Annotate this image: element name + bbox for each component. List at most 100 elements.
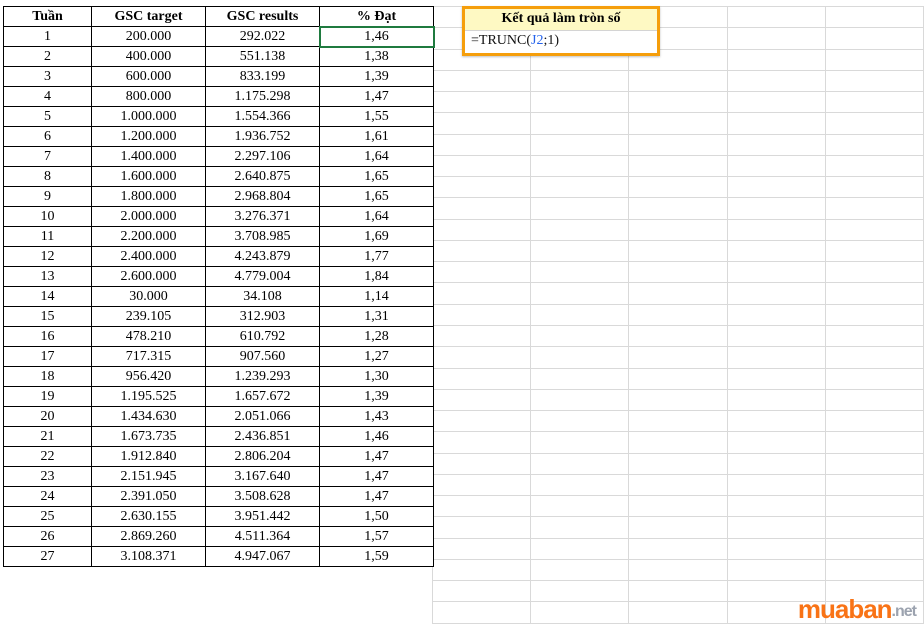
blank-cell[interactable] (531, 517, 629, 538)
blank-cell[interactable] (629, 347, 727, 368)
blank-cell[interactable] (727, 113, 825, 134)
cell-results[interactable]: 2.806.204 (206, 447, 320, 467)
blank-cell[interactable] (531, 432, 629, 453)
cell-results[interactable]: 3.508.628 (206, 487, 320, 507)
cell-results[interactable]: 1.657.672 (206, 387, 320, 407)
blank-cell[interactable] (825, 474, 923, 495)
blank-cell[interactable] (629, 602, 727, 624)
cell-tuan[interactable]: 20 (4, 407, 92, 427)
blank-cell[interactable] (531, 602, 629, 624)
cell-results[interactable]: 4.511.364 (206, 527, 320, 547)
cell-target[interactable]: 1.912.840 (92, 447, 206, 467)
blank-cell[interactable] (433, 581, 531, 602)
blank-cell[interactable] (727, 325, 825, 346)
blank-cell[interactable] (825, 304, 923, 325)
cell-dat[interactable]: 1,47 (320, 487, 434, 507)
cell-target[interactable]: 30.000 (92, 287, 206, 307)
cell-dat[interactable]: 1,64 (320, 147, 434, 167)
blank-cell[interactable] (825, 70, 923, 91)
blank-cell[interactable] (433, 177, 531, 198)
col-header-results[interactable]: GSC results (206, 7, 320, 27)
cell-tuan[interactable]: 9 (4, 187, 92, 207)
cell-tuan[interactable]: 23 (4, 467, 92, 487)
blank-cell[interactable] (727, 134, 825, 155)
blank-cell[interactable] (825, 113, 923, 134)
blank-cell[interactable] (433, 389, 531, 410)
blank-cell[interactable] (825, 7, 923, 28)
blank-cell[interactable] (531, 113, 629, 134)
blank-cell[interactable] (433, 219, 531, 240)
cell-target[interactable]: 2.151.945 (92, 467, 206, 487)
cell-tuan[interactable]: 10 (4, 207, 92, 227)
blank-cell[interactable] (629, 474, 727, 495)
cell-results[interactable]: 1.175.298 (206, 87, 320, 107)
formula-cell[interactable]: =TRUNC(J2;1) (465, 31, 657, 53)
blank-cell[interactable] (727, 453, 825, 474)
cell-dat[interactable]: 1,61 (320, 127, 434, 147)
blank-cell[interactable] (825, 28, 923, 49)
blank-cell[interactable] (433, 496, 531, 517)
cell-target[interactable]: 1.200.000 (92, 127, 206, 147)
blank-cell[interactable] (433, 474, 531, 495)
blank-cell[interactable] (531, 559, 629, 580)
cell-tuan[interactable]: 18 (4, 367, 92, 387)
blank-cell[interactable] (629, 538, 727, 559)
cell-dat[interactable]: 1,69 (320, 227, 434, 247)
cell-dat[interactable]: 1,39 (320, 67, 434, 87)
blank-cell[interactable] (825, 368, 923, 389)
cell-target[interactable]: 717.315 (92, 347, 206, 367)
cell-tuan[interactable]: 5 (4, 107, 92, 127)
cell-dat[interactable]: 1,59 (320, 547, 434, 567)
blank-cell[interactable] (433, 517, 531, 538)
cell-dat[interactable]: 1,65 (320, 187, 434, 207)
cell-tuan[interactable]: 21 (4, 427, 92, 447)
blank-cell[interactable] (531, 283, 629, 304)
blank-cell[interactable] (727, 92, 825, 113)
blank-cell[interactable] (531, 92, 629, 113)
cell-results[interactable]: 2.051.066 (206, 407, 320, 427)
cell-target[interactable]: 1.673.735 (92, 427, 206, 447)
blank-cell[interactable] (727, 219, 825, 240)
blank-cell[interactable] (531, 496, 629, 517)
blank-cell[interactable] (825, 517, 923, 538)
cell-target[interactable]: 600.000 (92, 67, 206, 87)
cell-tuan[interactable]: 19 (4, 387, 92, 407)
cell-results[interactable]: 1.239.293 (206, 367, 320, 387)
blank-cell[interactable] (629, 559, 727, 580)
blank-cell[interactable] (531, 134, 629, 155)
blank-cell[interactable] (433, 198, 531, 219)
blank-cell[interactable] (531, 155, 629, 176)
blank-cell[interactable] (727, 538, 825, 559)
blank-cell[interactable] (531, 389, 629, 410)
cell-tuan[interactable]: 12 (4, 247, 92, 267)
cell-dat[interactable]: 1,47 (320, 447, 434, 467)
blank-cell[interactable] (433, 113, 531, 134)
blank-cell[interactable] (629, 432, 727, 453)
blank-cell[interactable] (727, 347, 825, 368)
cell-target[interactable]: 200.000 (92, 27, 206, 47)
cell-tuan[interactable]: 7 (4, 147, 92, 167)
cell-results[interactable]: 312.903 (206, 307, 320, 327)
cell-tuan[interactable]: 26 (4, 527, 92, 547)
cell-results[interactable]: 2.968.804 (206, 187, 320, 207)
blank-cell[interactable] (433, 262, 531, 283)
col-header-tuan[interactable]: Tuần (4, 7, 92, 27)
blank-cell[interactable] (825, 198, 923, 219)
blank-cell[interactable] (825, 262, 923, 283)
cell-tuan[interactable]: 4 (4, 87, 92, 107)
blank-cell[interactable] (629, 198, 727, 219)
blank-cell[interactable] (825, 559, 923, 580)
blank-cell[interactable] (531, 411, 629, 432)
cell-tuan[interactable]: 27 (4, 547, 92, 567)
cell-results[interactable]: 2.640.875 (206, 167, 320, 187)
cell-results[interactable]: 551.138 (206, 47, 320, 67)
cell-target[interactable]: 1.195.525 (92, 387, 206, 407)
blank-cell[interactable] (531, 262, 629, 283)
cell-dat[interactable]: 1,28 (320, 327, 434, 347)
blank-cell[interactable] (825, 432, 923, 453)
cell-tuan[interactable]: 3 (4, 67, 92, 87)
blank-cell[interactable] (629, 177, 727, 198)
cell-results[interactable]: 907.560 (206, 347, 320, 367)
blank-cell[interactable] (629, 581, 727, 602)
cell-target[interactable]: 1.400.000 (92, 147, 206, 167)
